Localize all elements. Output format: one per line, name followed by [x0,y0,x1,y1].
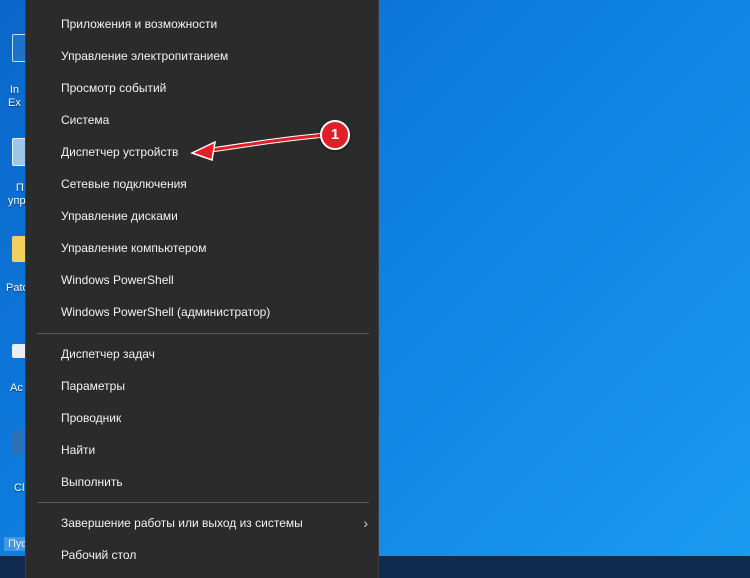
annotation-number-badge: 1 [320,120,350,150]
annotation-arrow [190,132,329,162]
